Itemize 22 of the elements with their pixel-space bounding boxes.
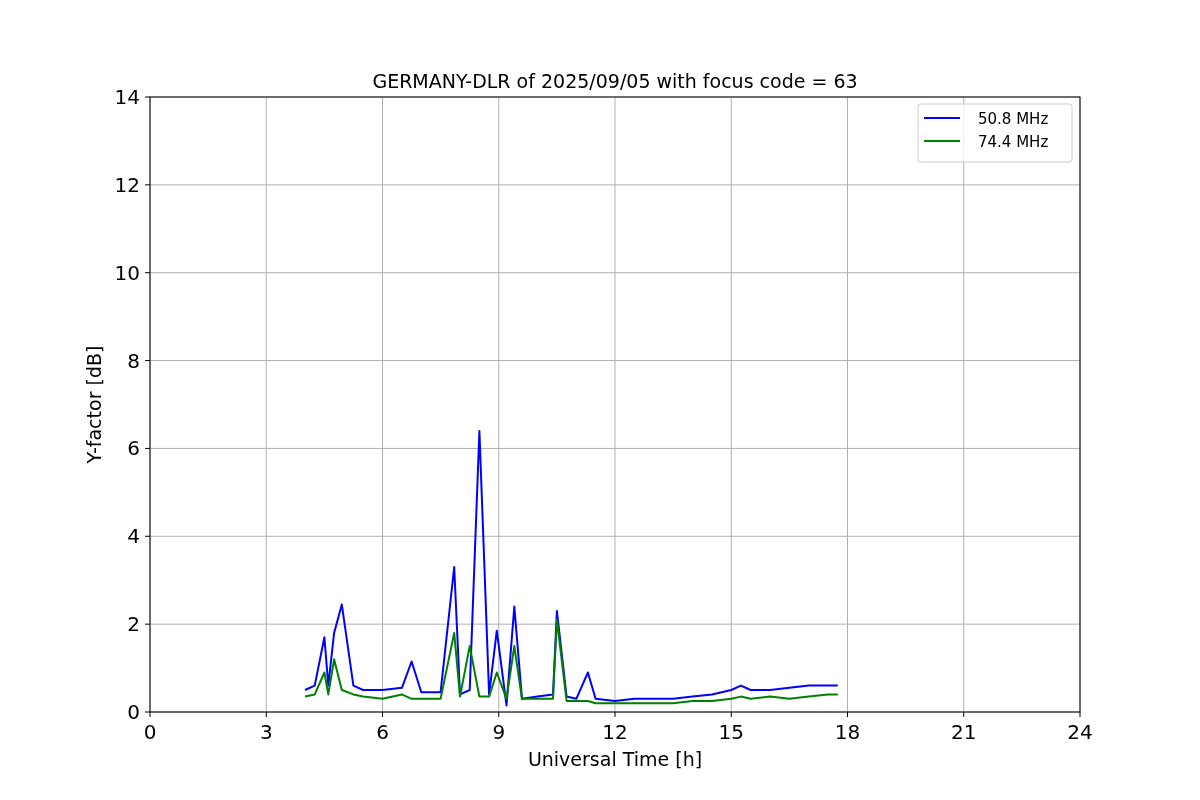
tick-label: 12 (114, 172, 140, 197)
tick-label: 24 (1067, 720, 1093, 744)
tick-label: 4 (127, 524, 140, 549)
legend-label: 74.4 MHz (978, 133, 1049, 151)
tick-label: 12 (602, 720, 628, 744)
tick-label: 6 (127, 436, 140, 461)
axis-title: Universal Time [h] (527, 748, 703, 770)
tick-label: 21 (951, 720, 977, 744)
tick-label: 9 (492, 720, 506, 744)
tick-label: 6 (376, 720, 389, 744)
tick-label: 8 (127, 348, 140, 373)
tick-label: 10 (114, 260, 140, 285)
tick-label: 3 (259, 720, 273, 744)
legend-label: 50.8 MHz (978, 110, 1049, 128)
tick-label: 15 (718, 720, 744, 744)
axis-title: Y-factor [dB] (83, 345, 105, 464)
chart-title: GERMANY-DLR of 2025/09/05 with focus code = 63 (372, 70, 858, 92)
tick-label: 18 (834, 720, 861, 744)
tick-label: 0 (127, 700, 140, 724)
tick-label: 0 (143, 720, 157, 744)
tick-label: 2 (127, 612, 140, 637)
tick-label: 14 (114, 85, 140, 109)
